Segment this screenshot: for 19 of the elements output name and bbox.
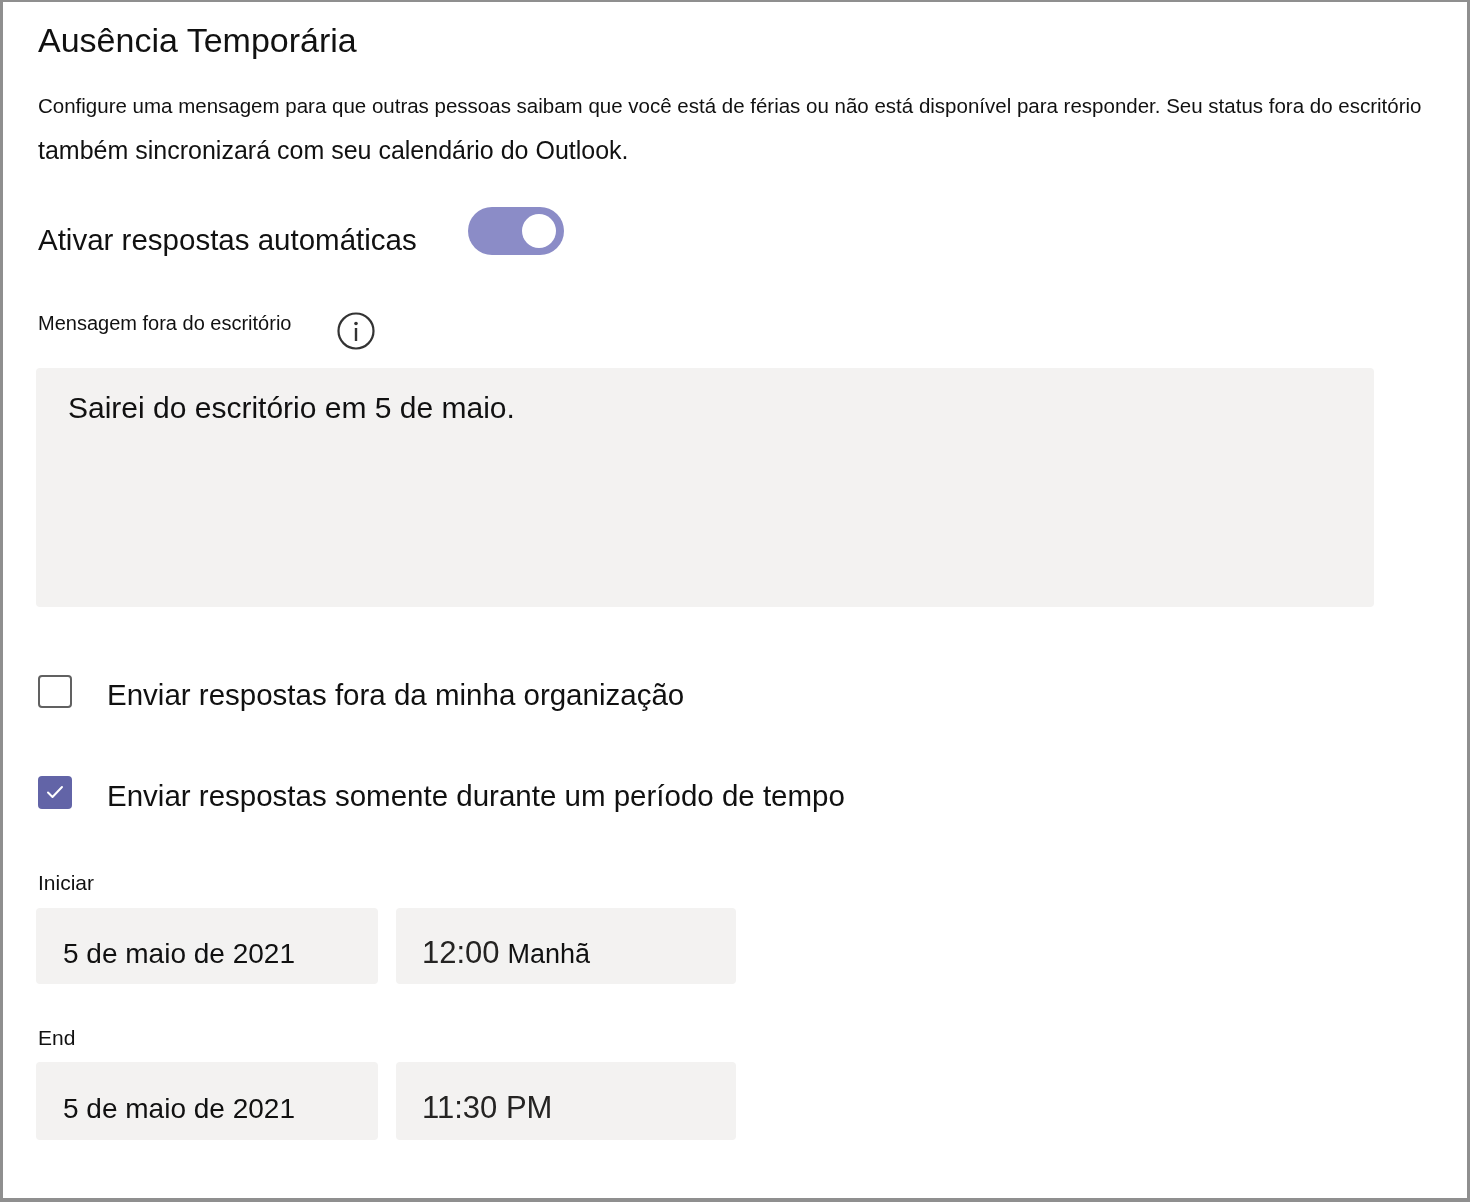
time-field[interactable]: 11:30 PM [396, 1062, 736, 1140]
toggle-label: Ativar respostas automáticas [38, 222, 417, 258]
checkbox-label: Enviar respostas fora da minha organização [107, 677, 685, 713]
auto-reply-toggle[interactable] [468, 207, 564, 255]
schedule-label: End [38, 1025, 76, 1051]
description-text: também sincronizará com seu calendário do Outlook. [38, 135, 629, 166]
checkbox[interactable] [38, 674, 72, 708]
checkbox[interactable] [38, 775, 72, 809]
schedule-label: Iniciar [38, 870, 95, 896]
message-label: Mensagem fora do escritório [38, 311, 292, 335]
check-icon [46, 785, 64, 799]
time-field[interactable]: 12:00 Manhã [396, 908, 736, 984]
message-field[interactable]: Sairei do escritório em 5 de maio. [36, 368, 1374, 607]
date-field[interactable]: 5 de maio de 2021 [36, 908, 378, 984]
info-icon[interactable] [337, 312, 375, 350]
checkbox-label: Enviar respostas somente durante um período de tempo [107, 778, 845, 814]
date-field[interactable]: 5 de maio de 2021 [36, 1062, 378, 1140]
description-text: Configure uma mensagem para que outras pessoas saibam que você está de férias ou não está disponível para responder. Seu status fora do escritório [38, 93, 1422, 119]
dialog-title: Ausência Temporária [38, 20, 357, 60]
